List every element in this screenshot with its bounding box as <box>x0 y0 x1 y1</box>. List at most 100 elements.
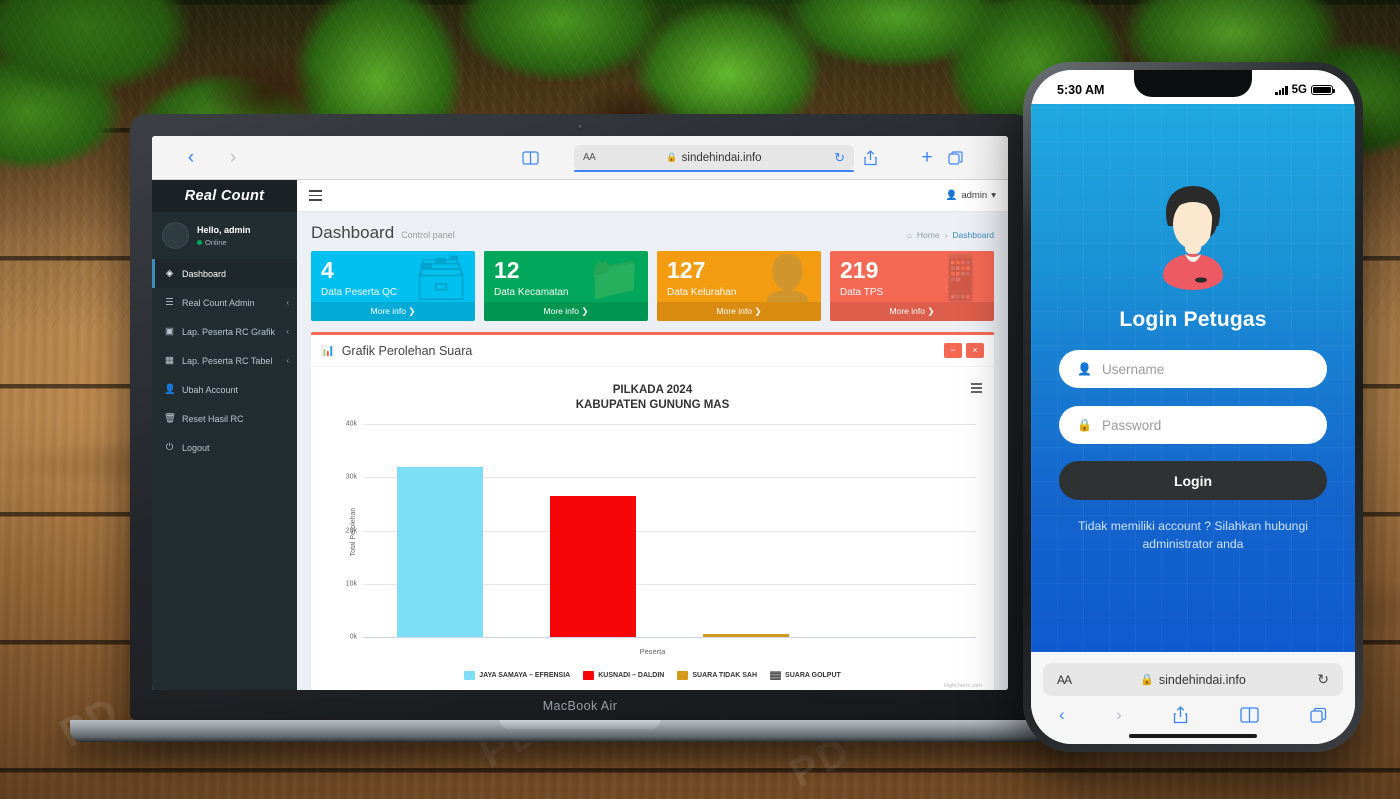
breadcrumb-home[interactable]: Home <box>917 230 940 240</box>
user-avatar-illustration <box>1141 176 1245 294</box>
legend-item[interactable]: JAYA SAMAYA – EFRENSIA <box>464 671 570 680</box>
more-info-link[interactable]: More info ❯ <box>484 302 648 321</box>
navbar-user-menu[interactable]: 👤 admin ▾ <box>946 190 997 201</box>
more-info-link[interactable]: More info ❯ <box>311 302 475 321</box>
more-info-link[interactable]: More info ❯ <box>830 302 994 321</box>
more-info-link[interactable]: More info ❯ <box>657 302 821 321</box>
sidebar-item-reset-hasil-rc[interactable]: 🗑 Reset Hasil RC <box>152 404 297 433</box>
macbook-base <box>70 720 1090 742</box>
phone-book-icon[interactable] <box>1239 707 1259 723</box>
stat-value: 219 <box>840 257 879 283</box>
y-tick-label: 10k <box>345 580 357 588</box>
bar-suara-tidak-sah[interactable] <box>703 633 790 637</box>
chevron-left-icon: ‹ <box>286 298 289 307</box>
box-tools: − × <box>944 343 984 358</box>
sidebar-item-logout[interactable]: ⏻ Logout <box>152 433 297 462</box>
chart-credit[interactable]: Highcharts.com <box>944 683 982 689</box>
stat-cards: 🗃 4 Data Peserta QC More info ❯ 📁 12 Dat… <box>297 251 1008 321</box>
sidebar-book-icon[interactable] <box>522 150 564 165</box>
bar-chart-icon: 📊 <box>321 345 335 357</box>
stat-value: 12 <box>494 257 520 283</box>
safari-toolbar: ‹ › AA 🔒 sindehindai.info ↻ + <box>152 136 1008 180</box>
sidebar-item-ubah-account[interactable]: 👤 Ubah Account <box>152 375 297 404</box>
chart-bars <box>363 425 976 638</box>
y-tick-label: 0k <box>349 633 357 641</box>
browser-back-button[interactable]: ‹ <box>170 148 212 167</box>
load-progress <box>574 170 854 172</box>
stat-label: Data Kecamatan <box>494 287 569 298</box>
chart-box-title: Grafik Perolehan Suara <box>341 343 473 358</box>
brand-logo[interactable]: Real Count <box>152 180 297 212</box>
chart-x-axis-label: Peserta <box>639 647 666 656</box>
breadcrumb-current: Dashboard <box>952 230 994 240</box>
sidebar-item-label: Ubah Account <box>182 384 239 395</box>
phone-reload-button[interactable]: ↻ <box>1317 671 1329 688</box>
status-time: 5:30 AM <box>1057 83 1105 97</box>
bar-kusnadi-daldin[interactable] <box>549 495 636 637</box>
stat-card-data-kecamatan: 📁 12 Data Kecamatan More info ❯ <box>484 251 648 321</box>
webcam-icon <box>577 123 583 129</box>
stat-card-data-kelurahan: 👤 127 Data Kelurahan More info ❯ <box>657 251 821 321</box>
network-label: 5G <box>1291 84 1307 96</box>
legend-item[interactable]: SUARA GOLPUT <box>770 671 841 680</box>
bar-jaya-samaya-efrensia[interactable] <box>396 466 483 637</box>
legend-item[interactable]: SUARA TIDAK SAH <box>677 671 757 680</box>
stat-label: Data Kelurahan <box>667 287 737 298</box>
collapse-button[interactable]: − <box>944 343 962 358</box>
table-icon: ▦ <box>165 355 174 366</box>
legend-label: SUARA GOLPUT <box>785 672 841 679</box>
phone-share-icon[interactable] <box>1173 706 1188 724</box>
arrow-circle-icon: ❯ <box>754 306 762 316</box>
page-header: Dashboard Control panel ⌂ Home › Dashboa… <box>297 212 1008 251</box>
login-button[interactable]: Login <box>1059 461 1327 500</box>
navbar-username: admin <box>961 190 988 201</box>
password-input[interactable]: 🔒 Password <box>1059 406 1327 444</box>
chart-plot-area: 40k 30k 20k 10k 0k <box>346 421 976 641</box>
chart-box: 📊 Grafik Perolehan Suara − × PILKADA 202… <box>311 332 994 690</box>
reload-button[interactable]: ↻ <box>834 150 845 166</box>
dashboard-icon: ◈ <box>165 268 174 279</box>
phone-forward-button[interactable]: › <box>1116 705 1122 725</box>
address-bar[interactable]: AA 🔒 sindehindai.info ↻ <box>574 145 854 172</box>
chart-title: PILKADA 2024 KABUPATEN GUNUNG MAS <box>575 384 730 411</box>
macbook-device: ‹ › AA 🔒 sindehindai.info ↻ + Real Count… <box>70 114 1090 742</box>
home-indicator <box>1129 734 1257 738</box>
sidebar-item-dashboard[interactable]: ◈ Dashboard <box>152 259 297 288</box>
main-content: 👤 admin ▾ Dashboard Control panel ⌂ Home… <box>297 180 1008 690</box>
user-icon: 👤 <box>1077 362 1092 376</box>
phone-back-button[interactable]: ‹ <box>1059 705 1065 725</box>
stat-label: Data Peserta QC <box>321 287 398 298</box>
home-icon: ⌂ <box>906 230 912 240</box>
username-input[interactable]: 👤 Username <box>1059 350 1327 388</box>
phone-nav-bar: ‹ › <box>1043 696 1343 725</box>
breadcrumb-separator: › <box>944 230 948 240</box>
hamburger-icon[interactable] <box>309 190 322 201</box>
y-tick-label: 40k <box>345 420 357 428</box>
phone-address-bar[interactable]: AA 🔒 sindehindai.info ↻ <box>1043 663 1343 696</box>
sidebar-item-label: Reset Hasil RC <box>182 413 244 424</box>
legend-item[interactable]: KUSNADI – DALDIN <box>583 671 664 680</box>
legend-label: KUSNADI – DALDIN <box>598 672 665 679</box>
page-subtitle: Control panel <box>401 230 455 240</box>
y-tick-label: 30k <box>345 473 357 481</box>
stat-value: 4 <box>321 257 334 283</box>
sidebar-item-lap-peserta-rc-grafik[interactable]: ▣ Lap. Peserta RC Grafik ‹ <box>152 317 297 346</box>
new-tab-button[interactable]: + <box>906 148 948 167</box>
chart-menu-icon[interactable] <box>971 383 982 393</box>
sidebar-item-real-count-admin[interactable]: ☰ Real Count Admin ‹ <box>152 288 297 317</box>
user-icon: 👤 <box>945 190 958 201</box>
user-status: Online <box>197 238 251 247</box>
phone-browser-bar: AA 🔒 sindehindai.info ↻ ‹ › <box>1031 652 1355 744</box>
close-button[interactable]: × <box>966 343 984 358</box>
status-label: Online <box>205 237 227 247</box>
sidebar-menu: ◈ Dashboard ☰ Real Count Admin ‹ ▣ Lap. … <box>152 259 297 462</box>
arrow-circle-icon: ❯ <box>927 306 935 316</box>
share-icon[interactable] <box>864 149 906 166</box>
sidebar-item-lap-peserta-rc-tabel[interactable]: ▦ Lap. Peserta RC Tabel ‹ <box>152 346 297 375</box>
browser-forward-button[interactable]: › <box>212 148 254 167</box>
tabs-overview-icon[interactable] <box>948 150 990 165</box>
legend-swatch <box>464 671 476 680</box>
phone-tabs-icon[interactable] <box>1310 707 1327 723</box>
page-title: Dashboard <box>311 223 395 242</box>
login-help-note: Tidak memiliki account ? Silahkan hubung… <box>1078 519 1308 552</box>
